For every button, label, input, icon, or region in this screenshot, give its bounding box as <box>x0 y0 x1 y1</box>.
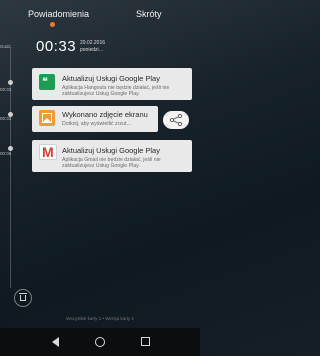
notification-text: Aplikacja Gmail nie będzie działać, jeśl… <box>62 157 161 170</box>
notification-card[interactable]: Aktualizuj Usługi Google Play Aplikacja … <box>32 68 192 100</box>
timeline-time: 00:33 <box>0 87 12 92</box>
gmail-icon <box>39 144 57 160</box>
notification-card[interactable]: Aktualizuj Usługi Google Play Aplikacja … <box>32 140 192 172</box>
hangouts-icon <box>39 74 55 90</box>
recent-apps-icon[interactable] <box>140 336 152 348</box>
share-icon <box>169 113 183 127</box>
timeline-time: 00:06 <box>0 151 12 156</box>
notification-tabs: Powiadomienia Skróty <box>0 0 200 27</box>
trash-icon-body <box>20 295 26 301</box>
notification-card[interactable]: Wykonano zdjęcie ekranu Dotknij, aby wyś… <box>32 106 158 132</box>
navigation-bar <box>0 328 200 356</box>
date: 29.02.2016 poniedzi… <box>80 40 105 54</box>
active-tab-indicator <box>50 22 55 27</box>
clear-all-button[interactable] <box>14 289 32 307</box>
timeline-time-header: Godz. <box>0 44 13 49</box>
clock: 00:33 <box>36 38 77 55</box>
footer-text: Wszystkie karty 1 • Wersja karty 2 <box>66 316 134 321</box>
timeline-dot <box>8 80 13 85</box>
date-value: 29.02.2016 <box>80 40 106 46</box>
notification-title: Aktualizuj Usługi Google Play <box>62 74 160 83</box>
notification-title: Aktualizuj Usługi Google Play <box>62 146 160 155</box>
screenshot-image-icon <box>39 110 55 126</box>
tab-shortcuts[interactable]: Skróty <box>136 9 162 19</box>
back-icon[interactable] <box>50 336 62 348</box>
timeline-time: 00:33 <box>0 116 12 121</box>
tab-notifications[interactable]: Powiadomienia <box>28 9 89 19</box>
day-name: poniedzi… <box>80 47 104 53</box>
share-button[interactable] <box>163 111 189 129</box>
notification-title: Wykonano zdjęcie ekranu <box>62 110 148 119</box>
trash-icon <box>19 293 27 294</box>
notification-text: Aplikacja Hangouts nie będzie działać, j… <box>62 85 170 98</box>
notification-text: Dotknij, aby wyświetlić zrzut… <box>62 121 132 127</box>
home-icon[interactable] <box>94 336 106 348</box>
